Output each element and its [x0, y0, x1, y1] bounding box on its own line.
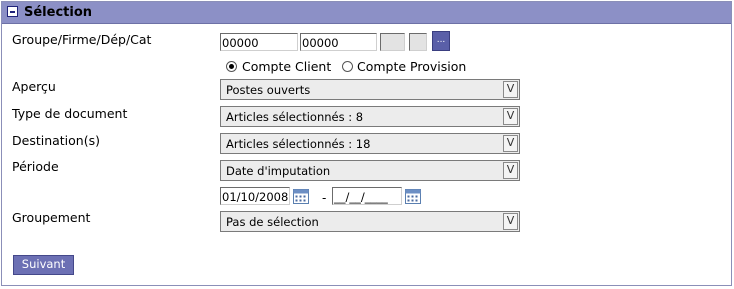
compte-client-label: Compte Client — [242, 59, 332, 74]
destination-select[interactable]: Articles sélectionnés : 18 V — [220, 133, 520, 154]
groupement-value: Pas de sélection — [226, 215, 319, 229]
panel-title: Sélection — [24, 5, 93, 20]
firme-input[interactable]: 00000 — [300, 33, 377, 51]
date-to-input[interactable]: __/__/____ — [332, 187, 402, 205]
next-button[interactable]: Suivant — [13, 255, 74, 275]
destination-value: Articles sélectionnés : 18 — [226, 137, 371, 151]
destination-label: Destination(s) — [12, 133, 100, 148]
compte-provision-radio[interactable] — [342, 61, 353, 72]
panel-header: Sélection — [2, 2, 731, 24]
compte-provision-label: Compte Provision — [357, 59, 467, 74]
groupe-input[interactable]: 00000 — [220, 33, 298, 51]
groupement-label: Groupement — [12, 210, 91, 225]
periode-label: Période — [12, 159, 59, 174]
apercu-select[interactable]: Postes ouverts V — [220, 79, 520, 100]
lookup-button[interactable]: ... — [432, 31, 450, 51]
chevron-down-icon[interactable]: V — [503, 135, 518, 152]
periode-select[interactable]: Date d'imputation V — [220, 160, 520, 181]
calendar-icon[interactable] — [293, 188, 309, 204]
calendar-icon[interactable] — [405, 188, 421, 204]
chevron-down-icon[interactable]: V — [503, 162, 518, 179]
groupe-label: Groupe/Firme/Dép/Cat — [12, 32, 152, 47]
type-document-value: Articles sélectionnés : 8 — [226, 110, 364, 124]
cat-input[interactable] — [409, 33, 427, 51]
date-from-input[interactable]: 01/10/2008 — [220, 187, 290, 205]
periode-value: Date d'imputation — [226, 164, 331, 178]
chevron-down-icon[interactable]: V — [503, 81, 518, 98]
dep-input[interactable] — [380, 33, 405, 51]
collapse-icon[interactable] — [7, 6, 18, 17]
groupement-select[interactable]: Pas de sélection V — [220, 211, 520, 232]
apercu-label: Aperçu — [12, 79, 56, 94]
type-document-label: Type de document — [12, 106, 128, 121]
apercu-value: Postes ouverts — [226, 83, 311, 97]
chevron-down-icon[interactable]: V — [503, 108, 518, 125]
date-range-separator: - — [322, 191, 327, 205]
compte-client-radio[interactable] — [226, 61, 237, 72]
chevron-down-icon[interactable]: V — [503, 213, 518, 230]
type-document-select[interactable]: Articles sélectionnés : 8 V — [220, 106, 520, 127]
